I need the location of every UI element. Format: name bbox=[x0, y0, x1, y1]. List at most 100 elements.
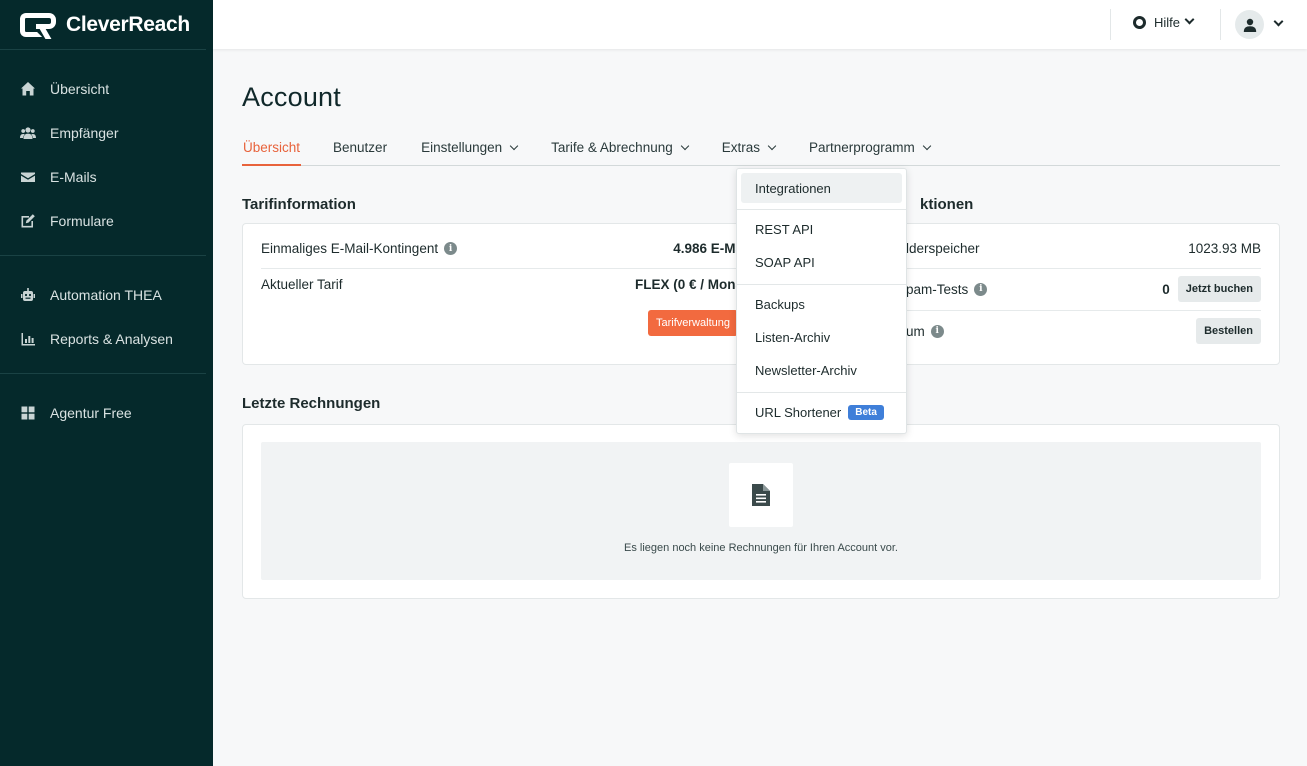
tab-label: Tarife & Abrechnung bbox=[551, 140, 673, 155]
menu-item-label: Integrationen bbox=[755, 180, 831, 196]
grid-icon bbox=[19, 405, 37, 421]
tab-uebersicht[interactable]: Übersicht bbox=[242, 136, 302, 166]
nav-group-main: Übersicht Empfänger E-Mails Formulare bbox=[0, 50, 206, 256]
document-icon-tile bbox=[729, 463, 793, 527]
menu-item-soap-api[interactable]: SOAP API bbox=[741, 247, 902, 277]
row-label: um bbox=[906, 323, 925, 339]
tab-label: Übersicht bbox=[243, 140, 301, 155]
menu-item-label: Listen-Archiv bbox=[755, 329, 831, 345]
rechnungen-section-title: Letzte Rechnungen bbox=[242, 395, 381, 412]
document-icon bbox=[752, 484, 770, 506]
lifering-icon bbox=[1133, 16, 1146, 29]
brand-logo[interactable]: CleverReach bbox=[0, 0, 206, 50]
sidebar-item-formulare[interactable]: Formulare bbox=[0, 199, 206, 243]
tab-label: Benutzer bbox=[333, 140, 388, 155]
aktionen-row-speicher: lderspeicher 1023.93 MB bbox=[906, 241, 1261, 256]
tarif-row-kontingent: Einmaliges E-Mail-Kontingent i 4.986 E-Ma bbox=[261, 241, 743, 256]
menu-item-integrationen[interactable]: Integrationen bbox=[741, 173, 902, 203]
sidebar: CleverReach Übersicht Empfänger E-Mails … bbox=[0, 0, 213, 766]
menu-item-rest-api[interactable]: REST API bbox=[741, 214, 902, 244]
help-menu-button[interactable]: Hilfe bbox=[1133, 14, 1195, 30]
info-icon[interactable]: i bbox=[974, 282, 988, 296]
empty-state-text: Es liegen noch keine Rechnungen für Ihre… bbox=[624, 542, 898, 554]
sidebar-item-label: Empfänger bbox=[50, 125, 119, 141]
sidebar-item-label: Reports & Analysen bbox=[50, 331, 173, 347]
tarif-section-title: Tarifinformation bbox=[242, 196, 356, 213]
chevron-down-icon bbox=[1273, 16, 1284, 27]
row-divider bbox=[906, 268, 1261, 269]
extras-dropdown-menu: Integrationen REST API SOAP API Backups … bbox=[736, 168, 907, 434]
account-tabs: Übersicht Benutzer Einstellungen Tarife … bbox=[242, 136, 1280, 166]
users-icon bbox=[19, 125, 37, 141]
row-label: lderspeicher bbox=[906, 241, 980, 256]
sidebar-item-uebersicht[interactable]: Übersicht bbox=[0, 67, 206, 111]
tarif-row-aktueller-tarif: Aktueller Tarif FLEX (0 € / Mona bbox=[261, 277, 743, 292]
menu-divider bbox=[737, 284, 906, 285]
sidebar-item-emails[interactable]: E-Mails bbox=[0, 155, 206, 199]
tab-partnerprogramm[interactable]: Partnerprogramm bbox=[807, 136, 932, 166]
sidebar-item-automation-thea[interactable]: Automation THEA bbox=[0, 273, 206, 317]
topbar-divider bbox=[1220, 9, 1221, 40]
menu-item-newsletter-archiv[interactable]: Newsletter-Archiv bbox=[741, 355, 902, 385]
topbar: Hilfe bbox=[213, 0, 1307, 49]
row-divider bbox=[906, 310, 1261, 311]
menu-item-backups[interactable]: Backups bbox=[741, 289, 902, 319]
tarifverwaltung-button[interactable]: Tarifverwaltung bbox=[648, 310, 738, 336]
bestellen-button[interactable]: Bestellen bbox=[1196, 318, 1261, 344]
menu-item-label: SOAP API bbox=[755, 254, 815, 270]
row-divider bbox=[261, 268, 743, 269]
chevron-down-icon bbox=[922, 141, 932, 151]
sidebar-item-agentur-free[interactable]: Agentur Free bbox=[0, 391, 206, 435]
nav-group-agentur: Agentur Free bbox=[0, 374, 206, 447]
tarif-card: Einmaliges E-Mail-Kontingent i 4.986 E-Ma… bbox=[242, 223, 762, 365]
info-icon[interactable]: i bbox=[444, 242, 458, 255]
chart-icon bbox=[19, 331, 37, 347]
home-icon bbox=[19, 81, 37, 97]
rechnungen-card: Es liegen noch keine Rechnungen für Ihre… bbox=[242, 424, 1280, 599]
sidebar-item-reports[interactable]: Reports & Analysen bbox=[0, 317, 206, 361]
sidebar-item-empfaenger[interactable]: Empfänger bbox=[0, 111, 206, 155]
chevron-down-icon bbox=[680, 141, 689, 151]
robot-icon bbox=[19, 287, 37, 303]
menu-item-url-shortener[interactable]: URL Shortener Beta bbox=[741, 397, 902, 427]
menu-divider bbox=[737, 392, 906, 393]
row-value: 0 bbox=[1162, 281, 1170, 297]
chevron-down-icon bbox=[767, 141, 777, 151]
row-value: 1023.93 MB bbox=[1188, 241, 1261, 256]
empty-state: Es liegen noch keine Rechnungen für Ihre… bbox=[261, 442, 1261, 580]
menu-item-label: REST API bbox=[755, 221, 814, 237]
tab-extras[interactable]: Extras bbox=[720, 136, 777, 166]
aktionen-row-spamtests: pam-Tests i 0 Jetzt buchen bbox=[906, 276, 1261, 302]
form-edit-icon bbox=[19, 213, 37, 229]
sidebar-item-label: Automation THEA bbox=[50, 287, 162, 303]
help-label: Hilfe bbox=[1154, 15, 1181, 30]
menu-item-label: Newsletter-Archiv bbox=[755, 362, 857, 378]
sidebar-item-label: E-Mails bbox=[50, 169, 97, 185]
user-icon bbox=[1243, 18, 1256, 32]
sidebar-item-label: Formulare bbox=[50, 213, 114, 229]
envelope-icon bbox=[19, 169, 37, 185]
user-menu-button[interactable] bbox=[1235, 10, 1284, 39]
aktionen-row-third: um i Bestellen bbox=[906, 318, 1261, 344]
chevron-down-icon bbox=[1184, 14, 1195, 25]
tab-benutzer[interactable]: Benutzer bbox=[331, 136, 389, 166]
row-label: pam-Tests bbox=[906, 281, 969, 297]
brand-name: CleverReach bbox=[66, 12, 190, 36]
row-label: Aktueller Tarif bbox=[261, 277, 343, 292]
menu-item-listen-archiv[interactable]: Listen-Archiv bbox=[741, 322, 902, 352]
tab-label: Extras bbox=[721, 140, 760, 155]
tab-tarife-abrechnung[interactable]: Tarife & Abrechnung bbox=[549, 136, 690, 166]
tab-einstellungen[interactable]: Einstellungen bbox=[419, 136, 519, 166]
info-icon[interactable]: i bbox=[930, 324, 944, 338]
sidebar-item-label: Übersicht bbox=[50, 81, 110, 97]
tab-label: Partnerprogramm bbox=[809, 140, 915, 155]
sidebar-item-label: Agentur Free bbox=[50, 405, 132, 421]
nav-group-automation: Automation THEA Reports & Analysen bbox=[0, 256, 206, 374]
chevron-down-icon bbox=[509, 141, 519, 151]
row-value: 4.986 E-Ma bbox=[673, 241, 743, 256]
menu-item-label: Backups bbox=[755, 296, 805, 312]
menu-item-label: URL Shortener bbox=[755, 404, 842, 420]
beta-badge: Beta bbox=[848, 404, 884, 420]
jetzt-buchen-button[interactable]: Jetzt buchen bbox=[1177, 276, 1261, 302]
avatar bbox=[1235, 10, 1264, 39]
